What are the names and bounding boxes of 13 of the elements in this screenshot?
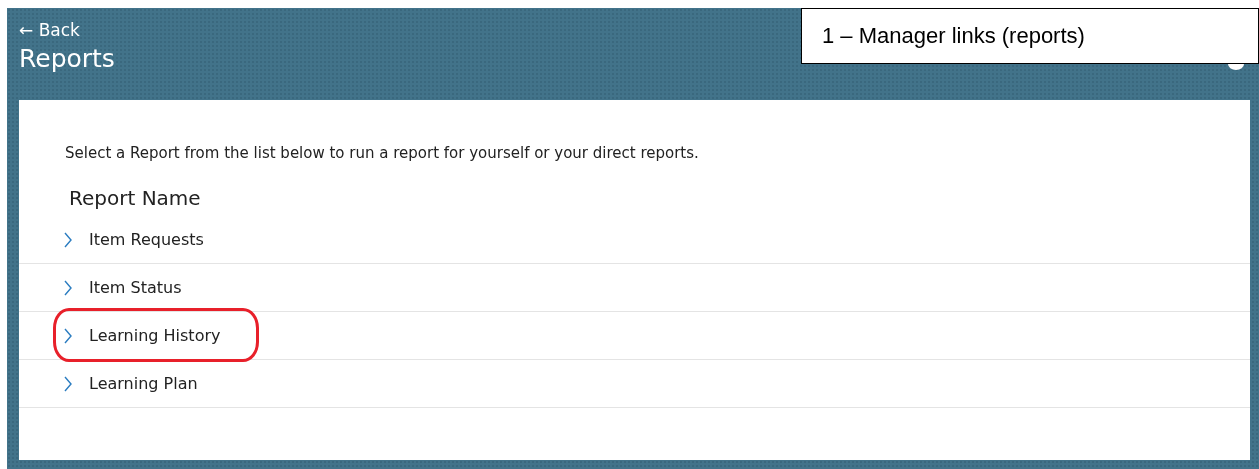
report-link[interactable]: Item Requests (89, 230, 204, 249)
instruction-text: Select a Report from the list below to run a report for yourself or your direct reports. (65, 144, 700, 162)
column-heading: Report Name (69, 186, 202, 210)
back-link[interactable]: ← Back (19, 20, 80, 40)
page-title: Reports (19, 44, 115, 73)
report-link[interactable]: Learning Plan (89, 374, 198, 393)
chevron-icon (63, 327, 73, 344)
chevron-icon (63, 279, 73, 296)
annotation-callout: 1 – Manager links (reports) (801, 8, 1259, 64)
chevron-icon (63, 231, 73, 248)
report-link[interactable]: Learning History (89, 326, 221, 345)
report-link[interactable]: Item Status (89, 278, 182, 297)
chevron-icon (63, 375, 73, 392)
